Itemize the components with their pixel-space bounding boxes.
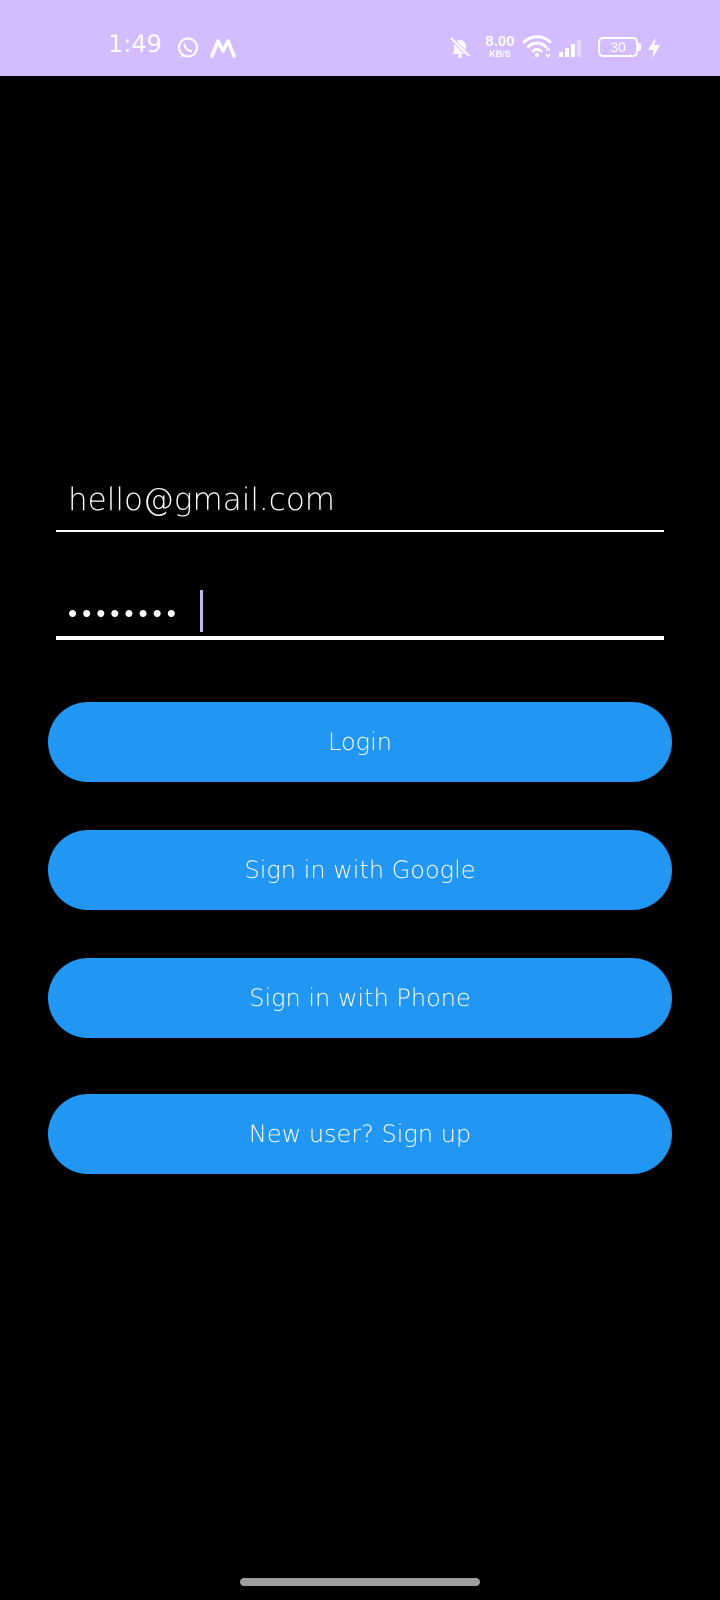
app-m-icon [210,39,236,58]
password-field-container [56,584,664,640]
signal-icon [559,40,581,57]
network-speed-value: 8.00 [485,33,515,50]
charging-icon [648,37,660,59]
status-time: 1:49 [108,30,162,58]
password-field[interactable] [56,584,664,636]
sign-up-button[interactable]: New user? Sign up [48,1094,672,1174]
sign-in-with-google-button[interactable]: Sign in with Google [48,830,672,910]
battery-tip [638,43,641,51]
sign-in-with-phone-button[interactable]: Sign in with Phone [48,958,672,1038]
battery-icon: 30 [598,37,638,57]
home-indicator[interactable] [240,1578,480,1586]
network-speed-unit: KB/S [489,49,511,59]
status-bar: 1:49 8.00 KB/S 30 [0,0,720,76]
text-cursor [200,590,203,632]
email-field[interactable] [56,478,664,530]
email-field-container [56,478,664,532]
login-screen: 1:49 8.00 KB/S 30 hello@gmail.com ••••••… [0,0,720,1600]
wifi-icon [522,35,552,58]
network-speed: 8.00 KB/S [480,34,520,59]
login-button[interactable]: Login [48,702,672,782]
whatsapp-icon [177,37,199,58]
mute-icon [449,36,471,58]
